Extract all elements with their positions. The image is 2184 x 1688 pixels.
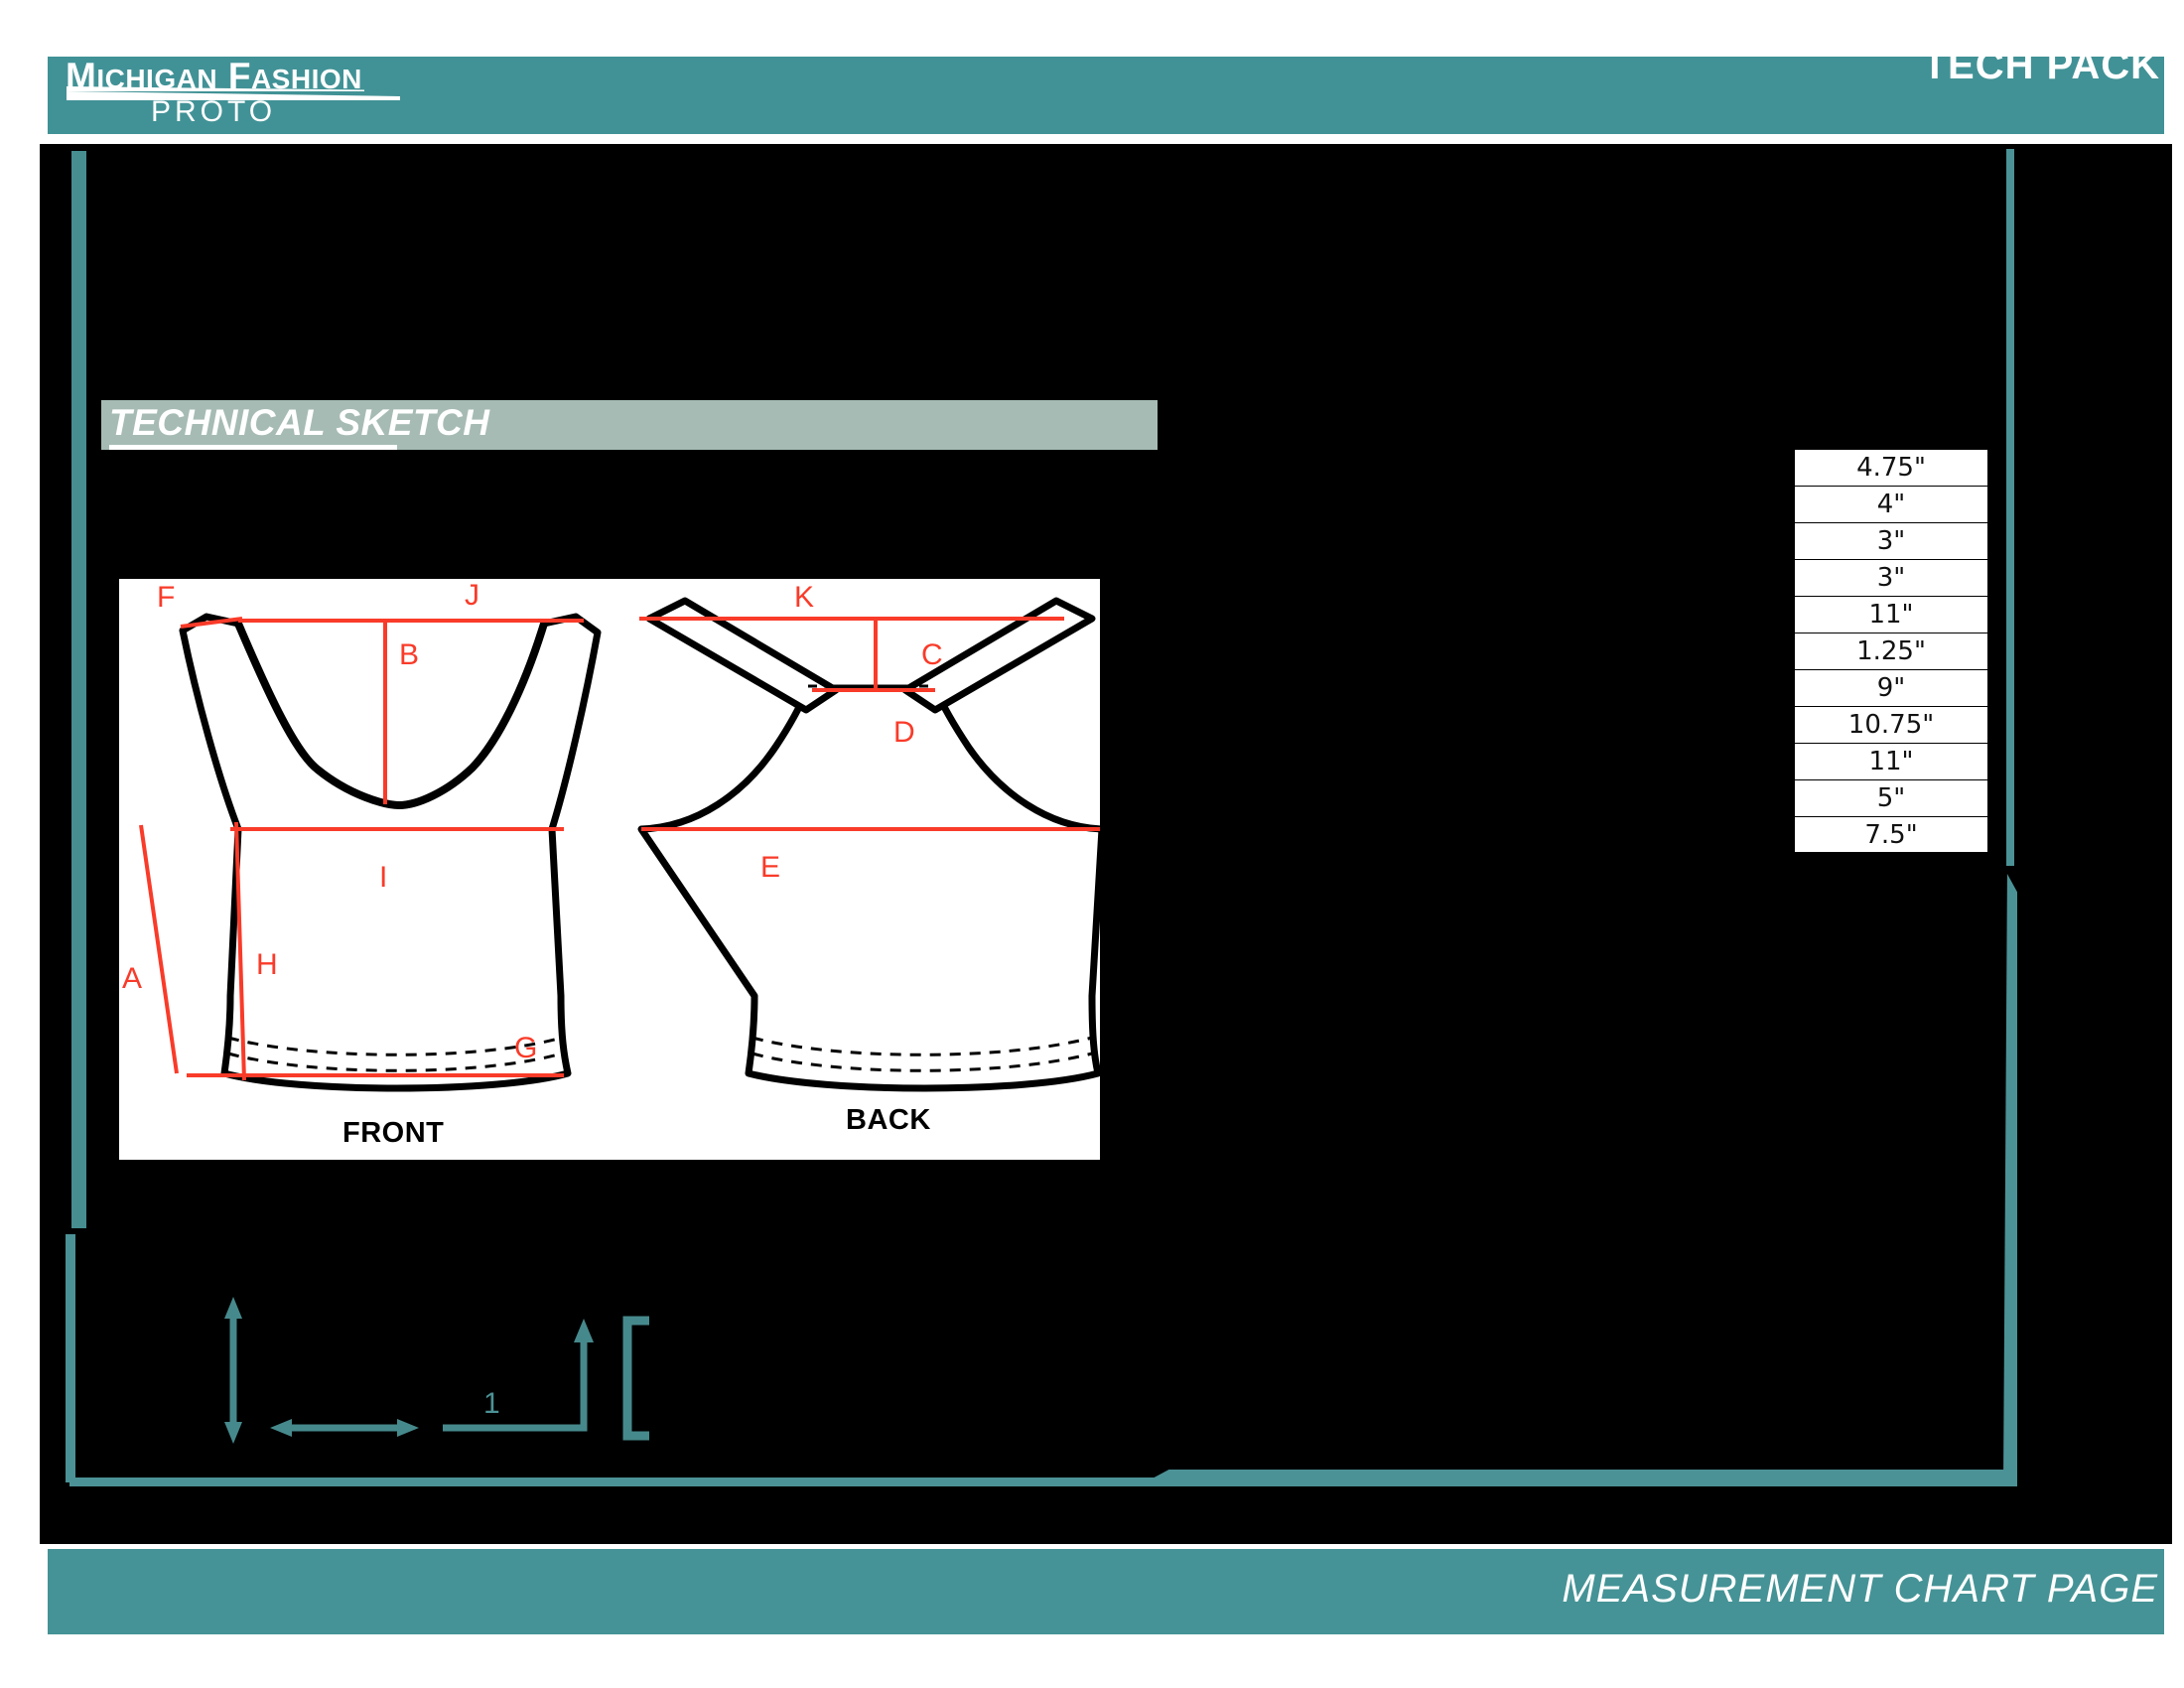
table-row[interactable]: 10.75" <box>1794 706 1988 743</box>
measure-line-A <box>139 824 179 1074</box>
measurement-value: 4.75" <box>1856 453 1926 483</box>
measurement-value: 5" <box>1876 783 1906 813</box>
measurement-value: 11" <box>1868 600 1914 630</box>
section-title: TECHNICAL SKETCH <box>109 402 490 443</box>
vertical-arrow-head-up <box>224 1297 242 1319</box>
elbow-arrow-head <box>574 1319 594 1342</box>
front-view: F J B I A H G <box>122 579 602 1092</box>
table-row[interactable]: 11" <box>1794 743 1988 779</box>
measurement-value: 11" <box>1868 747 1914 776</box>
measurement-value: 4" <box>1876 490 1906 519</box>
table-row[interactable]: 1.25" <box>1794 633 1988 669</box>
footer-label: MEASUREMENT CHART PAGE <box>1562 1567 2158 1611</box>
measurement-value: 3" <box>1876 563 1906 593</box>
sketch-label-J: J <box>465 579 479 612</box>
front-body-outline <box>179 613 602 1092</box>
frame-left-bar <box>71 151 86 1228</box>
sketch-label-K: K <box>794 581 814 614</box>
table-row[interactable]: 3" <box>1794 522 1988 559</box>
sketch-label-I: I <box>379 861 387 894</box>
sketch-label-A: A <box>122 962 142 995</box>
sketch-label-E: E <box>760 851 780 884</box>
frame-bottom-thick-bar <box>1152 1470 2017 1486</box>
measurement-table: 4.75" 4" 3" 3" 11" 1.25" 9" 10.75" 11" 5… <box>1794 449 1988 853</box>
sketch-label-H: H <box>256 948 278 981</box>
back-body-outline <box>637 684 1100 1092</box>
back-view-caption: BACK <box>846 1104 931 1136</box>
horizontal-arrow-head-right <box>397 1419 419 1437</box>
frame-left-lower-bracket <box>66 1234 75 1482</box>
measurement-value: 3" <box>1876 526 1906 556</box>
technical-sketch-panel: F J B I A H G K C D E <box>119 579 1100 1160</box>
table-row[interactable]: 5" <box>1794 779 1988 816</box>
table-row[interactable]: 11" <box>1794 596 1988 633</box>
dimension-arrow-graphic: 1 <box>179 1291 735 1470</box>
vertical-arrow-head-down <box>224 1422 242 1444</box>
back-view: K C D E <box>637 581 1100 1092</box>
sketch-label-G: G <box>514 1032 537 1064</box>
sketch-label-D: D <box>893 716 915 749</box>
tech-pack-page: MICHIGAN FASHION PROTO TECH PACK TECHNIC… <box>0 0 2184 1688</box>
section-title-underline <box>109 445 397 450</box>
brand-logo: MICHIGAN FASHION PROTO <box>66 56 482 133</box>
measurement-value: 1.25" <box>1856 636 1926 666</box>
table-row[interactable]: 9" <box>1794 669 1988 706</box>
table-row[interactable]: 4.75" <box>1794 449 1988 486</box>
page-title: TECH PACK <box>1922 44 2160 87</box>
bracket-shape <box>622 1316 649 1441</box>
measurement-value: 10.75" <box>1847 710 1935 740</box>
horizontal-arrow-head-left <box>270 1419 292 1437</box>
measurement-value: 9" <box>1876 673 1906 703</box>
elbow-arrow-shaft <box>443 1336 588 1432</box>
logo-line-2: PROTO <box>151 95 277 128</box>
sketch-drawing: F J B I A H G K C D E <box>122 579 1100 1092</box>
sketch-label-F: F <box>157 581 175 614</box>
sketch-label-B: B <box>399 638 419 671</box>
front-view-caption: FRONT <box>342 1117 445 1149</box>
table-row[interactable]: 7.5" <box>1794 816 1988 853</box>
measurement-value: 7.5" <box>1864 819 1918 850</box>
sketch-label-C: C <box>921 638 943 671</box>
table-row[interactable]: 4" <box>1794 486 1988 522</box>
table-row[interactable]: 3" <box>1794 559 1988 596</box>
frame-right-thin-bar <box>2006 149 2014 866</box>
callout-number: 1 <box>483 1387 500 1420</box>
frame-bottom-thin-bar <box>69 1477 1161 1486</box>
